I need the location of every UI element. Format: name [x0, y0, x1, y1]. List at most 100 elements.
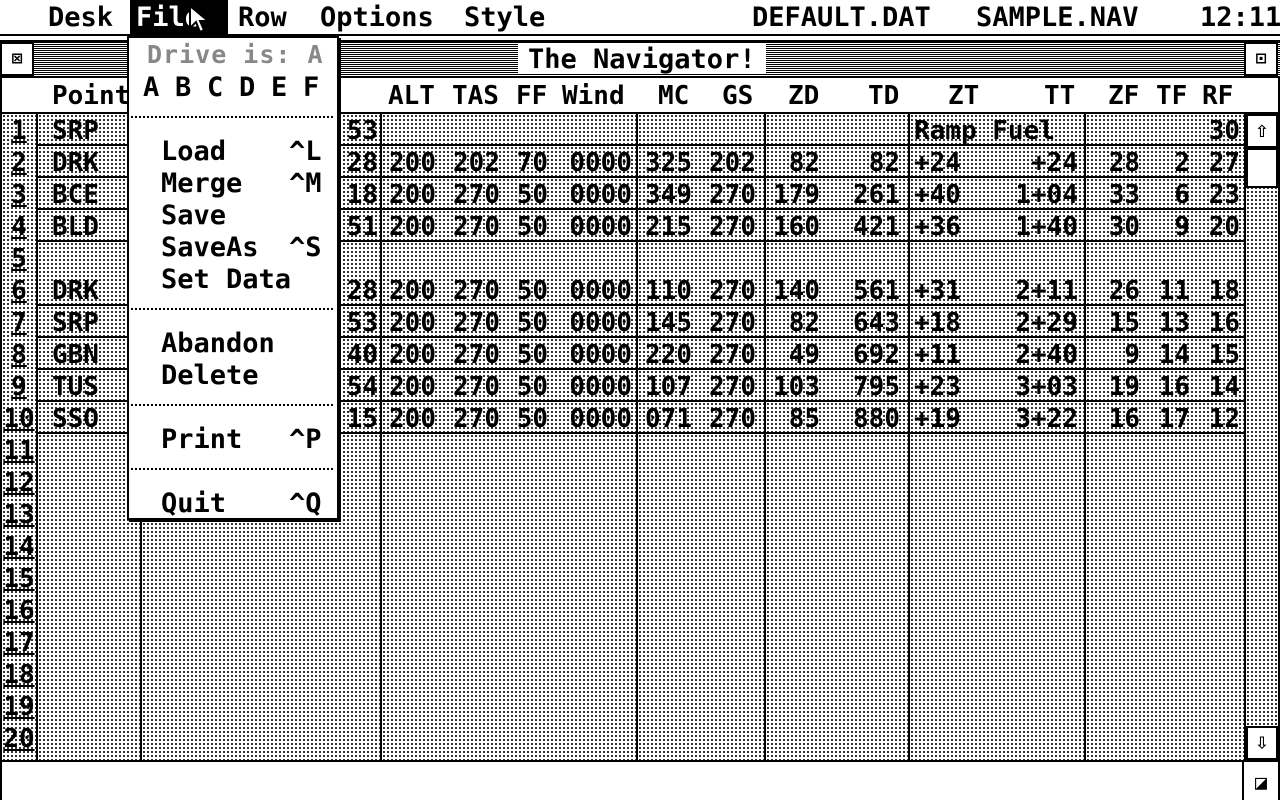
cell-zt[interactable]: +24: [914, 146, 961, 178]
cell-rf[interactable]: [1192, 242, 1240, 274]
col-header-zf[interactable]: ZF: [1108, 78, 1139, 112]
cell-mc[interactable]: 325: [640, 146, 692, 178]
col-header-gs[interactable]: GS: [722, 78, 753, 112]
row-number[interactable]: 19: [2, 690, 36, 722]
cell-ff[interactable]: 50: [512, 306, 548, 338]
cell-zt[interactable]: +40: [914, 178, 961, 210]
cell-tf[interactable]: 11: [1142, 274, 1190, 306]
cell-tt[interactable]: 1+40: [992, 210, 1078, 242]
row-number[interactable]: 1: [2, 114, 36, 146]
cell-tf[interactable]: 2: [1142, 146, 1190, 178]
cell-ff[interactable]: 50: [512, 210, 548, 242]
cell-zd[interactable]: 179: [766, 178, 820, 210]
table-row[interactable]: 15: [2, 562, 1246, 594]
cell-zt[interactable]: +11: [914, 338, 961, 370]
menu-row[interactable]: Row: [232, 0, 293, 34]
cell-mc[interactable]: 071: [640, 402, 692, 434]
cell-wind[interactable]: 0000: [562, 306, 632, 338]
cell-ident[interactable]: 15: [340, 402, 378, 434]
row-number[interactable]: 17: [2, 626, 36, 658]
cell-tas[interactable]: [450, 242, 500, 274]
cell-alt[interactable]: 200: [386, 338, 436, 370]
cell-mc[interactable]: 349: [640, 178, 692, 210]
cell-rf[interactable]: 18: [1192, 274, 1240, 306]
cell-td[interactable]: 82: [822, 146, 900, 178]
cell-point[interactable]: TUS: [52, 370, 99, 402]
menu-item-save[interactable]: Save: [161, 200, 226, 232]
cell-wind[interactable]: [562, 114, 632, 146]
cell-wind[interactable]: 0000: [562, 146, 632, 178]
vertical-scrollbar[interactable]: ⇧ ⇩: [1244, 114, 1280, 760]
cell-wind[interactable]: 0000: [562, 178, 632, 210]
cell-tas[interactable]: 270: [450, 370, 500, 402]
menu-item-print[interactable]: Print: [161, 424, 242, 456]
cell-td[interactable]: 795: [822, 370, 900, 402]
cell-point[interactable]: DRK: [52, 274, 99, 306]
cell-td[interactable]: 692: [822, 338, 900, 370]
row-number[interactable]: 4: [2, 210, 36, 242]
cell-ident[interactable]: [340, 242, 378, 274]
cell-zf[interactable]: [1086, 242, 1140, 274]
cell-zf[interactable]: 30: [1086, 210, 1140, 242]
cell-zf[interactable]: 9: [1086, 338, 1140, 370]
cell-rf[interactable]: 15: [1192, 338, 1240, 370]
row-number[interactable]: 15: [2, 562, 36, 594]
col-header-mc[interactable]: MC: [658, 78, 689, 112]
cell-ff[interactable]: 50: [512, 338, 548, 370]
cell-ident[interactable]: 53: [340, 114, 378, 146]
col-header-td[interactable]: TD: [868, 78, 899, 112]
cell-zd[interactable]: 82: [766, 146, 820, 178]
cell-mc[interactable]: 145: [640, 306, 692, 338]
cell-ident[interactable]: 28: [340, 146, 378, 178]
menu-file[interactable]: File: [130, 0, 228, 34]
cell-alt[interactable]: [386, 242, 436, 274]
cell-point[interactable]: SSO: [52, 402, 99, 434]
cell-tf[interactable]: [1142, 114, 1190, 146]
cell-alt[interactable]: 200: [386, 146, 436, 178]
cell-gs[interactable]: 270: [702, 274, 756, 306]
cell-gs[interactable]: 270: [702, 370, 756, 402]
cell-wind[interactable]: 0000: [562, 402, 632, 434]
col-header-tf[interactable]: TF: [1156, 78, 1187, 112]
cell-tt[interactable]: [992, 114, 1078, 146]
menu-style[interactable]: Style: [458, 0, 551, 34]
drive-e[interactable]: E: [271, 72, 287, 104]
cell-ident[interactable]: 28: [340, 274, 378, 306]
cell-gs[interactable]: [702, 114, 756, 146]
cell-ident[interactable]: 51: [340, 210, 378, 242]
cell-point[interactable]: DRK: [52, 146, 99, 178]
cell-gs[interactable]: [702, 242, 756, 274]
menu-item-quit[interactable]: Quit: [161, 488, 226, 520]
cell-rf[interactable]: 23: [1192, 178, 1240, 210]
row-number[interactable]: 2: [2, 146, 36, 178]
cell-rf[interactable]: 16: [1192, 306, 1240, 338]
cell-gs[interactable]: 270: [702, 306, 756, 338]
menu-item-merge[interactable]: Merge: [161, 168, 242, 200]
cell-wind[interactable]: 0000: [562, 370, 632, 402]
row-number[interactable]: 7: [2, 306, 36, 338]
cell-alt[interactable]: 200: [386, 402, 436, 434]
cell-mc[interactable]: [640, 114, 692, 146]
cell-wind[interactable]: 0000: [562, 210, 632, 242]
cell-zf[interactable]: 15: [1086, 306, 1140, 338]
col-header-zd[interactable]: ZD: [788, 78, 819, 112]
cell-rf[interactable]: 27: [1192, 146, 1240, 178]
row-number[interactable]: 3: [2, 178, 36, 210]
menu-options[interactable]: Options: [314, 0, 440, 34]
cell-mc[interactable]: [640, 242, 692, 274]
cell-td[interactable]: [822, 114, 900, 146]
cell-ff[interactable]: 50: [512, 402, 548, 434]
cell-zt[interactable]: +18: [914, 306, 961, 338]
cell-alt[interactable]: 200: [386, 370, 436, 402]
cell-tas[interactable]: 270: [450, 402, 500, 434]
cell-zd[interactable]: [766, 242, 820, 274]
cell-tt[interactable]: +24: [992, 146, 1078, 178]
cell-alt[interactable]: 200: [386, 178, 436, 210]
cell-tf[interactable]: 17: [1142, 402, 1190, 434]
table-row[interactable]: 20: [2, 722, 1246, 754]
col-header-tt[interactable]: TT: [1044, 78, 1075, 112]
cell-zd[interactable]: 49: [766, 338, 820, 370]
drive-b[interactable]: B: [175, 72, 191, 104]
table-row[interactable]: 14: [2, 530, 1246, 562]
cell-rf[interactable]: 14: [1192, 370, 1240, 402]
